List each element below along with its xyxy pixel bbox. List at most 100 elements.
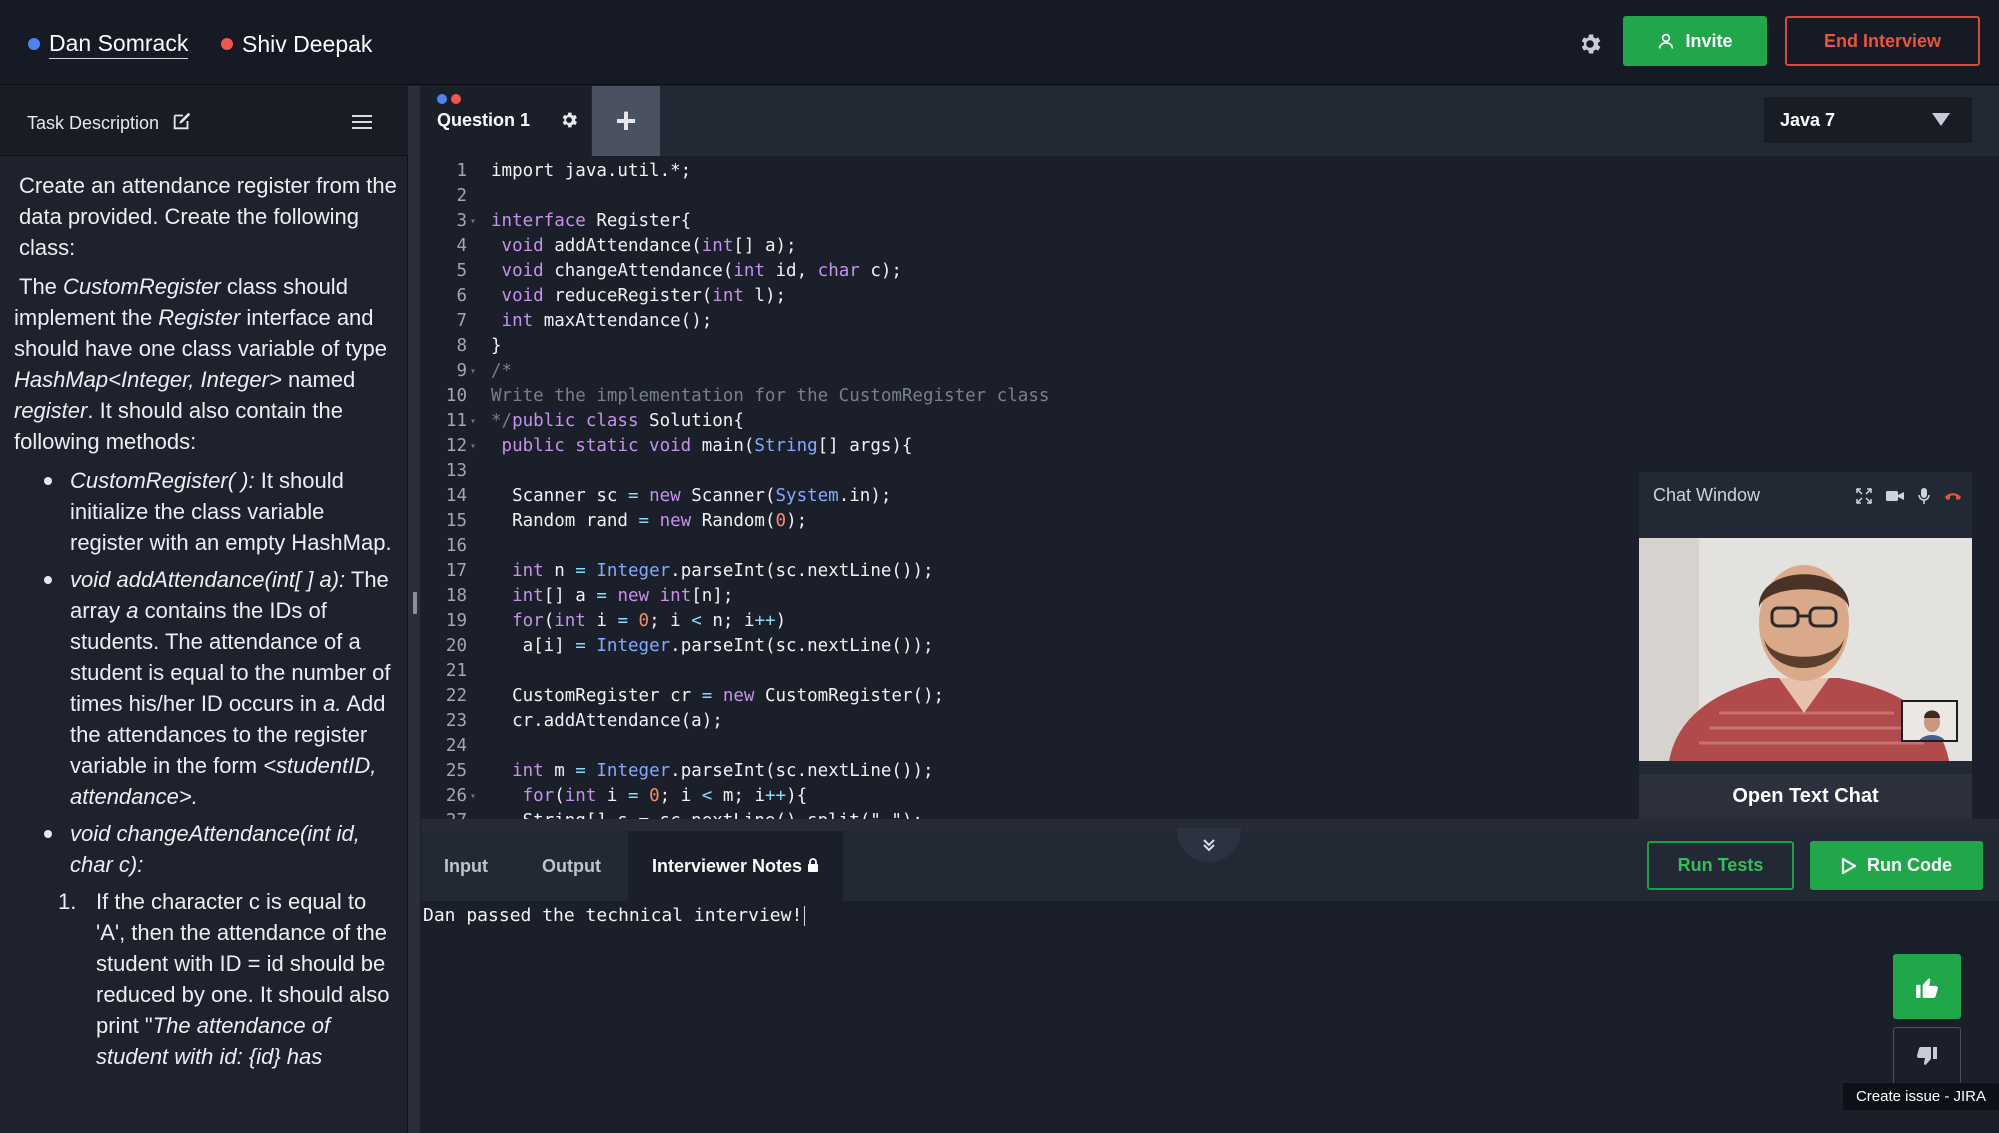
participant-status-dot	[221, 38, 233, 50]
thumbs-up-icon	[1916, 977, 1938, 998]
open-text-chat-label: Open Text Chat	[1732, 785, 1879, 807]
run-code-button[interactable]: Run Code	[1810, 841, 1983, 890]
method-signature: void addAttendance(int[ ] a):	[70, 567, 346, 592]
participant-shiv[interactable]: Shiv Deepak	[221, 28, 372, 60]
edit-icon[interactable]	[171, 110, 193, 137]
variable-name: a.	[323, 691, 342, 716]
run-tests-label: Run Tests	[1677, 855, 1764, 875]
list-item: void addAttendance(int[ ] a): The array …	[42, 564, 398, 812]
plus-icon: +	[615, 100, 637, 141]
thumbs-down-button[interactable]	[1893, 1027, 1961, 1087]
code-text: void changeAttendance(int id, char c);	[501, 261, 902, 281]
open-text-chat-button[interactable]: Open Text Chat	[1639, 774, 1972, 819]
task-title-text: Task Description	[27, 113, 160, 133]
task-panel-header: Task Description	[0, 86, 408, 156]
notes-text: Dan passed the technical interview!	[423, 903, 805, 929]
thumbs-up-button[interactable]	[1893, 954, 1961, 1019]
code-text: */public class Solution{	[491, 411, 744, 431]
code-line: 11 ▾ */public class Solution{	[421, 409, 1999, 434]
line-number: 2	[456, 186, 467, 206]
microphone-icon[interactable]	[1918, 488, 1930, 504]
task-description: Create an attendance register from the d…	[14, 170, 398, 1072]
task-intro: Create an attendance register from the d…	[19, 173, 397, 260]
line-number: 6	[456, 286, 467, 306]
code-text: Scanner sc = new Scanner(System.in);	[491, 486, 892, 506]
line-number: 5	[456, 261, 467, 281]
code-text: int maxAttendance();	[501, 311, 713, 331]
text-run: named	[281, 367, 356, 392]
tab-output[interactable]: Output	[542, 831, 601, 901]
user-icon	[1659, 33, 1674, 49]
language-select[interactable]: Java 7	[1764, 97, 1972, 143]
participant-status-dot	[28, 38, 40, 50]
code-line: 9 ▾ /*	[421, 359, 1999, 384]
participant-name: Shiv Deepak	[242, 30, 373, 57]
line-number: 8	[456, 336, 467, 356]
list-item: CustomRegister( ): It should initialize …	[42, 465, 398, 558]
interface-name: Register	[158, 305, 241, 330]
tab-label: Question 1	[437, 110, 531, 130]
line-number: 11	[445, 411, 467, 431]
code-text: }	[491, 336, 502, 356]
tab-settings-gear-icon[interactable]	[559, 110, 579, 135]
end-interview-button[interactable]: End Interview	[1785, 16, 1980, 66]
variable-name: register	[14, 398, 88, 423]
invite-button[interactable]: Invite	[1623, 16, 1767, 66]
participant-dot	[451, 94, 461, 104]
create-issue-jira-tooltip[interactable]: Create issue - JIRA	[1843, 1083, 1999, 1110]
add-tab-button[interactable]: +	[592, 86, 660, 156]
fold-arrow-icon[interactable]: ▾	[470, 434, 476, 459]
settings-gear-icon[interactable]	[1577, 31, 1603, 57]
code-line: 6 void reduceRegister(int l);	[421, 284, 1999, 309]
participant-dots	[437, 94, 465, 104]
chat-window: Chat Window Open Text Chat	[1639, 472, 1972, 819]
participant-dan[interactable]: Dan Somrack	[28, 28, 189, 60]
line-number: 1	[456, 161, 467, 181]
fold-arrow-icon[interactable]: ▾	[470, 359, 476, 384]
end-interview-label: End Interview	[1823, 30, 1942, 51]
code-text: String[] s = sc.nextLine().split(" ");	[491, 809, 923, 819]
method-list: CustomRegister( ): It should initialize …	[42, 465, 398, 880]
interviewer-notes-area[interactable]: Dan passed the technical interview!	[421, 901, 1999, 1133]
fullscreen-icon[interactable]	[1856, 488, 1872, 504]
line-number: 27	[421, 809, 467, 819]
task-panel: Task Description Create an attendance re…	[0, 86, 408, 1133]
camera-icon[interactable]	[1886, 489, 1904, 503]
code-line: 1 import java.util.*;	[421, 159, 1999, 184]
method-signature: CustomRegister( ):	[70, 468, 255, 493]
code-text: void reduceRegister(int l);	[501, 286, 787, 306]
splitter-handle[interactable]	[413, 592, 417, 614]
tab-interviewer-notes[interactable]: Interviewer Notes	[628, 831, 844, 901]
line-number: 22	[445, 686, 467, 706]
tab-label: Interviewer Notes	[652, 855, 803, 876]
line-number: 4	[456, 236, 467, 256]
self-video-thumbnail[interactable]	[1901, 700, 1958, 742]
line-number: 25	[445, 761, 467, 781]
participant-dot	[437, 94, 447, 104]
tab-label: Output	[542, 855, 601, 876]
fold-arrow-icon[interactable]: ▾	[470, 409, 476, 434]
invite-label: Invite	[1685, 30, 1733, 51]
fold-arrow-icon[interactable]: ▾	[470, 209, 476, 234]
code-text: interface Register{	[491, 211, 692, 231]
fold-arrow-icon[interactable]: ▾	[470, 784, 476, 809]
language-value: Java 7	[1780, 109, 1836, 130]
thumbs-down-icon	[1916, 1047, 1937, 1065]
code-line: 5 void changeAttendance(int id, char c);	[421, 259, 1999, 284]
top-bar: Dan Somrack Shiv Deepak Invite End Inter…	[0, 0, 1999, 85]
hang-up-icon[interactable]	[1944, 490, 1962, 502]
line-number: 15	[445, 511, 467, 531]
step-number: 1.	[58, 889, 77, 914]
tab-question-1[interactable]: Question 1	[421, 86, 591, 156]
task-class-requirements: The CustomRegister class should implemen…	[14, 271, 398, 457]
tooltip-text: Create issue - JIRA	[1855, 1088, 1987, 1105]
run-tests-button[interactable]: Run Tests	[1647, 841, 1794, 890]
line-number: 24	[445, 736, 467, 756]
chat-title: Chat Window	[1653, 485, 1761, 505]
run-code-label: Run Code	[1867, 855, 1952, 875]
tab-input[interactable]: Input	[444, 831, 488, 901]
code-line: 10 Write the implementation for the Custo…	[421, 384, 1999, 409]
line-number: 20	[445, 636, 467, 656]
line-number: 16	[445, 536, 467, 556]
menu-icon[interactable]	[352, 115, 372, 133]
